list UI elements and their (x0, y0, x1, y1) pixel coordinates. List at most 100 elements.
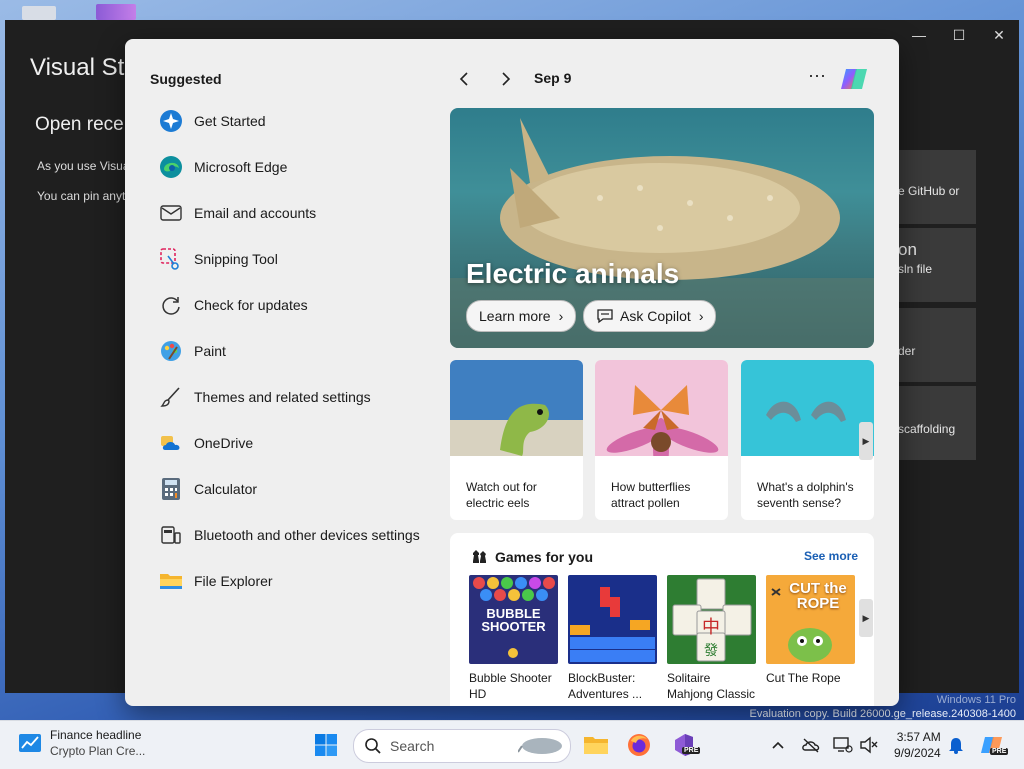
get-started-icon (158, 108, 184, 134)
news-subheadline: Crypto Plan Cre... (50, 744, 146, 758)
vs-card-text: e GitHub or (898, 184, 960, 198)
app-snipping-tool[interactable]: Snipping Tool (150, 236, 440, 282)
volume-tray-button[interactable] (857, 731, 881, 759)
app-label: Check for updates (194, 297, 308, 313)
vs-card-title: on (898, 240, 917, 259)
learn-more-button[interactable]: Learn more › (466, 300, 577, 332)
previous-day-button[interactable] (450, 67, 478, 91)
vs-card-text: scaffolding (898, 422, 956, 436)
vs-clone-repo-card[interactable]: e GitHub or (898, 150, 976, 224)
cards-scroll-right-button[interactable]: ▶ (859, 422, 873, 460)
speaker-muted-icon (860, 736, 878, 754)
minimize-button[interactable]: — (899, 20, 939, 50)
triangle-right-icon: ▶ (862, 435, 870, 446)
taskbar-file-explorer[interactable] (582, 731, 610, 759)
next-day-button[interactable] (492, 67, 520, 91)
app-bluetooth-settings[interactable]: Bluetooth and other devices settings (150, 512, 440, 558)
ask-copilot-button[interactable]: Ask Copilot › (583, 300, 717, 332)
network-tray-button[interactable] (831, 731, 855, 759)
suggested-apps-list: Get Started Microsoft Edge Email and acc… (150, 98, 440, 604)
app-label: Email and accounts (194, 205, 317, 221)
vs-open-folder-card[interactable]: der (898, 308, 976, 382)
maximize-button[interactable]: ☐ (939, 20, 979, 50)
bubble-shooter-logo-text: BUBBLE SHOOTER (481, 606, 546, 634)
app-themes-settings[interactable]: Themes and related settings (150, 374, 440, 420)
vs-pin-hint: You can pin anyt (37, 189, 126, 203)
notifications-button[interactable] (944, 731, 968, 759)
vs-card-text: der (898, 344, 916, 358)
finance-chart-icon (19, 734, 41, 752)
app-email-and-accounts[interactable]: Email and accounts (150, 190, 440, 236)
clock-time: 3:57 AM (896, 730, 941, 744)
taskbar-search[interactable] (353, 729, 571, 763)
hero-title: Electric animals (466, 258, 680, 289)
chevron-up-icon (772, 741, 784, 749)
app-calculator[interactable]: Calculator (150, 466, 440, 512)
copilot-taskbar-button[interactable]: PRE (978, 731, 1009, 759)
see-more-link[interactable]: See more (804, 549, 858, 563)
visual-studio-desktop-icon[interactable] (96, 4, 136, 20)
bell-icon (949, 738, 963, 754)
preview-badge: PRE (990, 748, 1009, 755)
onedrive-tray-button[interactable] (799, 731, 823, 759)
game-cut-the-rope[interactable]: CUT the ROPE Cut The Rope (766, 575, 855, 686)
app-label: Microsoft Edge (194, 159, 288, 175)
game-blockbuster[interactable]: BlockBuster: Adventures ... (568, 575, 657, 702)
visual-studio-icon (675, 734, 693, 756)
window-controls: — ☐ ✕ (899, 20, 1019, 50)
games-scroll-right-button[interactable]: ▶ (859, 599, 873, 637)
app-get-started[interactable]: Get Started (150, 98, 440, 144)
story-card-butterflies[interactable]: How butterflies attract pollen (595, 360, 728, 520)
app-check-for-updates[interactable]: Check for updates (150, 282, 440, 328)
mahjong-thumbnail: 中 發 (667, 575, 756, 664)
story-caption: Watch out for electric eels (466, 480, 537, 510)
app-microsoft-edge[interactable]: Microsoft Edge (150, 144, 440, 190)
paint-palette-icon (158, 338, 184, 364)
taskbar-firefox[interactable] (625, 731, 653, 759)
copilot-button[interactable] (838, 63, 870, 95)
app-label: File Explorer (194, 573, 273, 589)
search-highlight-stingray-icon (518, 738, 562, 754)
vs-new-project-card[interactable]: scaffolding (898, 386, 976, 460)
preview-badge: PRE (682, 747, 701, 754)
game-solitaire-mahjong[interactable]: 中 發 Solitaire Mahjong Classic (667, 575, 756, 702)
close-button[interactable]: ✕ (979, 20, 1019, 50)
clock-date: 9/9/2024 (894, 746, 941, 760)
app-label: Get Started (194, 113, 266, 129)
system-clock[interactable]: 3:57 AM 9/9/2024 (894, 729, 941, 761)
blockbuster-thumbnail (568, 575, 657, 664)
story-card-dolphins[interactable]: What's a dolphin's seventh sense? (741, 360, 874, 520)
start-button[interactable] (312, 731, 340, 759)
app-file-explorer[interactable]: File Explorer (150, 558, 440, 604)
game-title: BlockBuster: Adventures ... (568, 671, 643, 701)
story-card-eels[interactable]: Watch out for electric eels (450, 360, 583, 520)
game-bubble-shooter[interactable]: BUBBLE SHOOTER Bubble Shooter HD (469, 575, 558, 702)
taskbar-visual-studio-preview[interactable]: PRE (670, 731, 701, 759)
more-options-button[interactable]: ··· (803, 65, 831, 91)
monitor-network-icon (833, 737, 853, 753)
app-onedrive[interactable]: OneDrive (150, 420, 440, 466)
vs-open-recent-heading: Open recen (35, 114, 135, 135)
scissors-icon (158, 246, 184, 272)
search-input[interactable] (388, 736, 512, 756)
devices-icon (158, 522, 184, 548)
folder-icon (158, 568, 184, 594)
app-paint[interactable]: Paint (150, 328, 440, 374)
game-title: Solitaire Mahjong Classic (667, 671, 756, 701)
vs-open-project-card[interactable]: on sln file (898, 228, 976, 302)
firefox-icon (628, 734, 650, 756)
widgets-date: Sep 9 (534, 70, 572, 86)
hero-story-card[interactable]: Electric animals Learn more › Ask Copilo… (450, 108, 874, 348)
onedrive-icon (158, 430, 184, 456)
news-widget-button[interactable]: Finance headline Crypto Plan Cre... (18, 727, 145, 759)
desktop-icon[interactable] (22, 6, 56, 20)
triangle-right-icon: ▶ (862, 612, 870, 623)
story-caption: How butterflies attract pollen (611, 480, 691, 510)
vs-card-text: sln file (898, 262, 933, 276)
dolphin-image (741, 360, 874, 456)
show-hidden-icons-button[interactable] (766, 731, 790, 759)
chess-pieces-icon (473, 550, 486, 563)
start-menu: Suggested Get Started Microsoft Edge Ema… (125, 39, 899, 706)
chevron-left-icon (459, 72, 468, 86)
app-label: Calculator (194, 481, 258, 497)
